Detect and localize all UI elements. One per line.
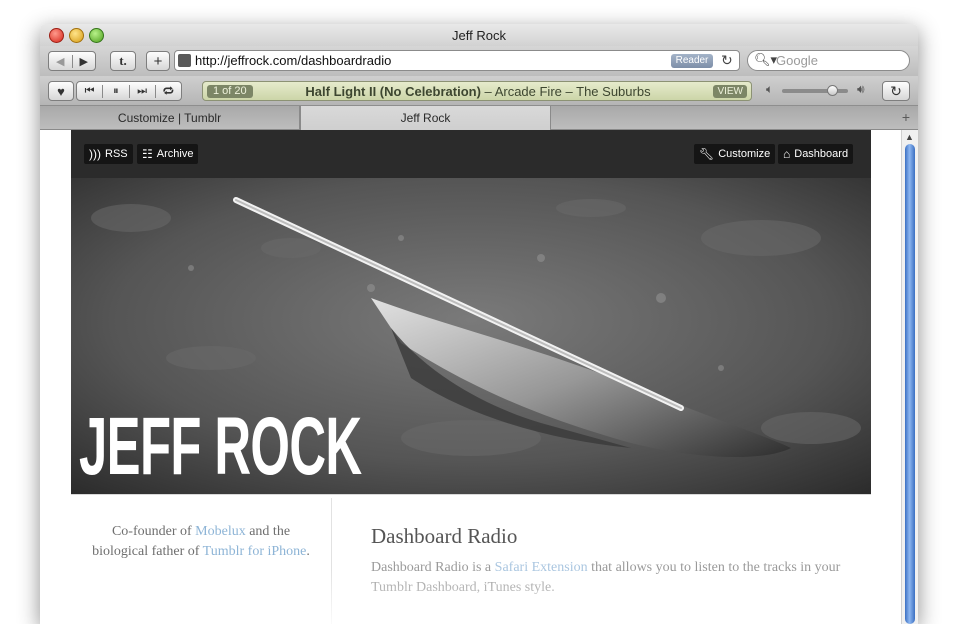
dashboard-link[interactable]: ⌂ Dashboard <box>778 144 854 164</box>
close-window-button[interactable] <box>49 28 64 43</box>
wrench-icon: 🔧︎ <box>699 147 715 161</box>
bio-suffix: . <box>306 544 310 559</box>
new-tab-icon[interactable]: + <box>902 109 910 125</box>
rss-link[interactable]: ))) RSS <box>84 144 133 164</box>
url-text[interactable]: http://jeffrock.com/dashboardradio <box>195 53 391 68</box>
bio-prefix: Co-founder of <box>111 524 196 539</box>
window-title: Jeff Rock <box>452 28 506 43</box>
media-player-bar: ♥ ⏮ ⏸ ⏭ 🔁︎ Half Light II (No Celebration… <box>40 76 918 106</box>
tab-jeff-rock[interactable]: Jeff Rock <box>300 106 551 130</box>
search-icon[interactable]: 🔍︎▾ <box>754 52 777 68</box>
author-bio: Co-founder of Mobelux and the biological… <box>91 522 311 562</box>
post-body-prefix: Dashboard Radio is a <box>371 560 495 575</box>
previous-track-icon[interactable]: ⏮ <box>77 84 104 98</box>
archive-link[interactable]: ☷ Archive <box>137 144 199 164</box>
refresh-icon: ↻ <box>890 82 902 99</box>
minimize-window-button[interactable] <box>69 28 84 43</box>
pause-icon[interactable]: ⏸ <box>103 84 130 98</box>
zoom-window-button[interactable] <box>89 28 104 43</box>
header-image: JEFF ROCK <box>71 178 871 494</box>
plus-icon: + <box>153 52 163 70</box>
back-arrow-icon[interactable]: ◀ <box>49 54 73 68</box>
tumblr-icon: t. <box>119 53 127 68</box>
repeat-icon[interactable]: 🔁︎ <box>156 83 181 99</box>
customize-link[interactable]: 🔧︎ Customize <box>694 144 776 164</box>
archive-label: Archive <box>156 148 194 160</box>
refresh-button[interactable]: ↻ <box>882 81 910 101</box>
browser-toolbar: ◀ ▶ t. + http://jeffrock.com/dashboardra… <box>40 46 918 76</box>
rss-icon: ))) <box>89 147 101 161</box>
search-placeholder: Google <box>776 53 818 68</box>
next-track-icon[interactable]: ⏭ <box>130 84 156 98</box>
heart-icon: ♥ <box>57 83 65 99</box>
tumblr-for-iphone-link[interactable]: Tumblr for iPhone <box>203 544 307 559</box>
add-bookmark-button[interactable]: + <box>146 51 170 71</box>
tab-customize-tumblr[interactable]: Customize | Tumblr <box>40 106 300 129</box>
album-name: The Suburbs <box>576 84 651 99</box>
safari-extension-link[interactable]: Safari Extension <box>495 560 588 575</box>
mobelux-link[interactable]: Mobelux <box>195 524 246 539</box>
site-favicon <box>178 54 191 67</box>
archive-icon: ☷ <box>142 147 153 161</box>
artist-name: Arcade Fire <box>494 84 562 99</box>
love-button[interactable]: ♥ <box>48 81 74 101</box>
dashboard-label: Dashboard <box>794 148 849 160</box>
post-body: Dashboard Radio is a Safari Extension th… <box>371 558 861 598</box>
search-field[interactable]: 🔍︎▾ Google <box>747 50 910 71</box>
tumblr-extension-button[interactable]: t. <box>110 51 136 71</box>
volume-high-icon: 🔊︎ <box>857 82 865 96</box>
scroll-up-arrow-icon[interactable]: ▲ <box>905 132 914 142</box>
playback-controls: ⏮ ⏸ ⏭ 🔁︎ <box>76 81 182 101</box>
separator-1: – <box>484 84 492 99</box>
blog-nav-bar: ))) RSS ☷ Archive 🔧︎ Customize ⌂ Dashboa… <box>71 130 871 178</box>
post-title[interactable]: Dashboard Radio <box>371 524 517 549</box>
header-divider <box>71 494 871 495</box>
back-forward-group: ◀ ▶ <box>48 51 96 71</box>
home-icon: ⌂ <box>783 147 791 161</box>
volume-low-icon: 🔈︎ <box>766 82 774 96</box>
now-playing-display: Half Light II (No Celebration) – Arcade … <box>202 81 752 101</box>
scrollbar-thumb[interactable] <box>905 144 915 624</box>
reload-icon[interactable]: ↻ <box>721 52 733 69</box>
volume-slider-knob[interactable] <box>827 85 838 96</box>
sidebar-divider <box>331 498 332 624</box>
reader-button[interactable]: Reader <box>671 54 713 68</box>
track-title: Half Light II (No Celebration) <box>305 84 481 99</box>
forward-arrow-icon[interactable]: ▶ <box>73 55 96 68</box>
browser-window: Jeff Rock ◀ ▶ t. + http://jeffrock.com/d… <box>40 24 918 624</box>
address-bar[interactable]: http://jeffrock.com/dashboardradio Reade… <box>174 50 740 71</box>
page-content: ))) RSS ☷ Archive 🔧︎ Customize ⌂ Dashboa… <box>40 130 918 624</box>
separator-2: – <box>565 84 573 99</box>
blog-title[interactable]: JEFF ROCK <box>79 406 362 488</box>
rss-label: RSS <box>105 148 128 160</box>
vertical-scrollbar[interactable]: ▲ <box>901 130 918 624</box>
view-button[interactable]: VIEW <box>713 85 747 98</box>
tab-bar: Customize | Tumblr Jeff Rock + <box>40 106 918 130</box>
track-count-badge: 1 of 20 <box>207 85 253 98</box>
volume-slider[interactable] <box>782 89 848 93</box>
now-playing-text: Half Light II (No Celebration) – Arcade … <box>203 84 753 99</box>
customize-label: Customize <box>718 148 771 160</box>
title-bar: Jeff Rock <box>40 24 918 46</box>
